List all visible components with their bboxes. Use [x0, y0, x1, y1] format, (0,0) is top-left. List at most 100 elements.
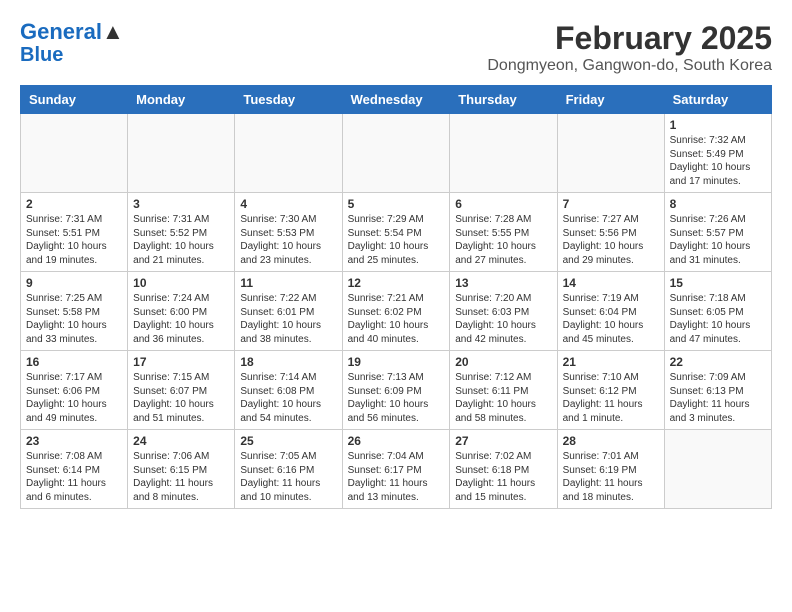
logo: General▲ Blue — [20, 20, 124, 66]
day-info: Sunrise: 7:32 AM Sunset: 5:49 PM Dayligh… — [670, 134, 766, 188]
day-info: Sunrise: 7:18 AM Sunset: 6:05 PM Dayligh… — [670, 292, 766, 346]
calendar-cell: 1 Sunrise: 7:32 AM Sunset: 5:49 PM Daylig… — [664, 114, 771, 193]
calendar-cell — [450, 114, 557, 193]
logo-text: General▲ — [20, 20, 124, 44]
day-info: Sunrise: 7:04 AM Sunset: 6:17 PM Dayligh… — [348, 450, 445, 504]
day-number: 5 — [348, 197, 445, 211]
calendar-cell: 4 Sunrise: 7:30 AM Sunset: 5:53 PM Daylig… — [235, 193, 342, 272]
page-header: General▲ Blue February 2025 Dongmyeon, G… — [20, 20, 772, 75]
day-info: Sunrise: 7:14 AM Sunset: 6:08 PM Dayligh… — [240, 371, 336, 425]
day-number: 3 — [133, 197, 229, 211]
weekday-header-thursday: Thursday — [450, 86, 557, 114]
weekday-header-saturday: Saturday — [664, 86, 771, 114]
title-area: February 2025 Dongmyeon, Gangwon-do, Sou… — [487, 20, 772, 75]
day-number: 16 — [26, 355, 122, 369]
calendar-cell: 12 Sunrise: 7:21 AM Sunset: 6:02 PM Dayli… — [342, 272, 450, 351]
day-number: 24 — [133, 434, 229, 448]
weekday-header-tuesday: Tuesday — [235, 86, 342, 114]
day-number: 8 — [670, 197, 766, 211]
day-info: Sunrise: 7:24 AM Sunset: 6:00 PM Dayligh… — [133, 292, 229, 346]
logo-text-blue: Blue — [20, 44, 63, 66]
calendar-cell: 8Sunrise: 7:26 AM Sunset: 5:57 PM Daylig… — [664, 193, 771, 272]
day-info: Sunrise: 7:17 AM Sunset: 6:06 PM Dayligh… — [26, 371, 122, 425]
day-number: 14 — [563, 276, 659, 290]
calendar-week-4: 16 Sunrise: 7:17 AM Sunset: 6:06 PM Dayli… — [21, 351, 772, 430]
calendar-cell: 13 Sunrise: 7:20 AM Sunset: 6:03 PM Dayli… — [450, 272, 557, 351]
calendar-week-1: 1 Sunrise: 7:32 AM Sunset: 5:49 PM Daylig… — [21, 114, 772, 193]
calendar-cell: 14 Sunrise: 7:19 AM Sunset: 6:04 PM Dayli… — [557, 272, 664, 351]
day-number: 13 — [455, 276, 551, 290]
calendar-cell: 3 Sunrise: 7:31 AM Sunset: 5:52 PM Daylig… — [128, 193, 235, 272]
calendar-cell: 27 Sunrise: 7:02 AM Sunset: 6:18 PM Dayli… — [450, 430, 557, 509]
calendar-cell: 22Sunrise: 7:09 AM Sunset: 6:13 PM Dayli… — [664, 351, 771, 430]
day-info: Sunrise: 7:31 AM Sunset: 5:52 PM Dayligh… — [133, 213, 229, 267]
day-info: Sunrise: 7:01 AM Sunset: 6:19 PM Dayligh… — [563, 450, 659, 504]
day-number: 20 — [455, 355, 551, 369]
day-number: 7 — [563, 197, 659, 211]
calendar-cell: 16 Sunrise: 7:17 AM Sunset: 6:06 PM Dayli… — [21, 351, 128, 430]
day-number: 9 — [26, 276, 122, 290]
day-info: Sunrise: 7:12 AM Sunset: 6:11 PM Dayligh… — [455, 371, 551, 425]
weekday-header-row: SundayMondayTuesdayWednesdayThursdayFrid… — [21, 86, 772, 114]
day-info: Sunrise: 7:22 AM Sunset: 6:01 PM Dayligh… — [240, 292, 336, 346]
day-info: Sunrise: 7:31 AM Sunset: 5:51 PM Dayligh… — [26, 213, 122, 267]
day-number: 27 — [455, 434, 551, 448]
day-info: Sunrise: 7:06 AM Sunset: 6:15 PM Dayligh… — [133, 450, 229, 504]
day-info: Sunrise: 7:02 AM Sunset: 6:18 PM Dayligh… — [455, 450, 551, 504]
calendar-cell — [342, 114, 450, 193]
day-number: 18 — [240, 355, 336, 369]
calendar-subtitle: Dongmyeon, Gangwon-do, South Korea — [487, 57, 772, 75]
weekday-header-wednesday: Wednesday — [342, 86, 450, 114]
calendar-cell: 24 Sunrise: 7:06 AM Sunset: 6:15 PM Dayli… — [128, 430, 235, 509]
day-info: Sunrise: 7:19 AM Sunset: 6:04 PM Dayligh… — [563, 292, 659, 346]
day-number: 10 — [133, 276, 229, 290]
day-number: 17 — [133, 355, 229, 369]
calendar-table: SundayMondayTuesdayWednesdayThursdayFrid… — [20, 85, 772, 509]
calendar-cell: 21 Sunrise: 7:10 AM Sunset: 6:12 PM Dayli… — [557, 351, 664, 430]
weekday-header-friday: Friday — [557, 86, 664, 114]
day-number: 23 — [26, 434, 122, 448]
day-number: 25 — [240, 434, 336, 448]
day-number: 12 — [348, 276, 445, 290]
day-number: 2 — [26, 197, 122, 211]
day-number: 19 — [348, 355, 445, 369]
calendar-cell: 23 Sunrise: 7:08 AM Sunset: 6:14 PM Dayli… — [21, 430, 128, 509]
day-info: Sunrise: 7:28 AM Sunset: 5:55 PM Dayligh… — [455, 213, 551, 267]
calendar-cell: 2 Sunrise: 7:31 AM Sunset: 5:51 PM Daylig… — [21, 193, 128, 272]
day-number: 11 — [240, 276, 336, 290]
weekday-header-monday: Monday — [128, 86, 235, 114]
day-info: Sunrise: 7:10 AM Sunset: 6:12 PM Dayligh… — [563, 371, 659, 425]
calendar-cell: 11 Sunrise: 7:22 AM Sunset: 6:01 PM Dayli… — [235, 272, 342, 351]
calendar-cell — [235, 114, 342, 193]
day-number: 28 — [563, 434, 659, 448]
calendar-cell: 26Sunrise: 7:04 AM Sunset: 6:17 PM Dayli… — [342, 430, 450, 509]
calendar-week-5: 23 Sunrise: 7:08 AM Sunset: 6:14 PM Dayli… — [21, 430, 772, 509]
calendar-week-3: 9 Sunrise: 7:25 AM Sunset: 5:58 PM Daylig… — [21, 272, 772, 351]
calendar-cell: 17 Sunrise: 7:15 AM Sunset: 6:07 PM Dayli… — [128, 351, 235, 430]
calendar-cell: 19 Sunrise: 7:13 AM Sunset: 6:09 PM Dayli… — [342, 351, 450, 430]
calendar-cell: 28 Sunrise: 7:01 AM Sunset: 6:19 PM Dayli… — [557, 430, 664, 509]
day-info: Sunrise: 7:20 AM Sunset: 6:03 PM Dayligh… — [455, 292, 551, 346]
day-number: 1 — [670, 118, 766, 132]
calendar-cell — [557, 114, 664, 193]
calendar-cell — [21, 114, 128, 193]
calendar-cell: 18 Sunrise: 7:14 AM Sunset: 6:08 PM Dayli… — [235, 351, 342, 430]
calendar-cell — [128, 114, 235, 193]
calendar-week-2: 2 Sunrise: 7:31 AM Sunset: 5:51 PM Daylig… — [21, 193, 772, 272]
day-info: Sunrise: 7:09 AM Sunset: 6:13 PM Dayligh… — [670, 371, 766, 425]
calendar-cell: 9 Sunrise: 7:25 AM Sunset: 5:58 PM Daylig… — [21, 272, 128, 351]
day-info: Sunrise: 7:21 AM Sunset: 6:02 PM Dayligh… — [348, 292, 445, 346]
calendar-title: February 2025 — [487, 20, 772, 57]
day-number: 4 — [240, 197, 336, 211]
day-info: Sunrise: 7:13 AM Sunset: 6:09 PM Dayligh… — [348, 371, 445, 425]
calendar-cell — [664, 430, 771, 509]
day-number: 21 — [563, 355, 659, 369]
day-info: Sunrise: 7:30 AM Sunset: 5:53 PM Dayligh… — [240, 213, 336, 267]
day-number: 6 — [455, 197, 551, 211]
calendar-cell: 20 Sunrise: 7:12 AM Sunset: 6:11 PM Dayli… — [450, 351, 557, 430]
calendar-cell: 7Sunrise: 7:27 AM Sunset: 5:56 PM Daylig… — [557, 193, 664, 272]
day-info: Sunrise: 7:25 AM Sunset: 5:58 PM Dayligh… — [26, 292, 122, 346]
day-info: Sunrise: 7:08 AM Sunset: 6:14 PM Dayligh… — [26, 450, 122, 504]
day-info: Sunrise: 7:05 AM Sunset: 6:16 PM Dayligh… — [240, 450, 336, 504]
day-info: Sunrise: 7:15 AM Sunset: 6:07 PM Dayligh… — [133, 371, 229, 425]
